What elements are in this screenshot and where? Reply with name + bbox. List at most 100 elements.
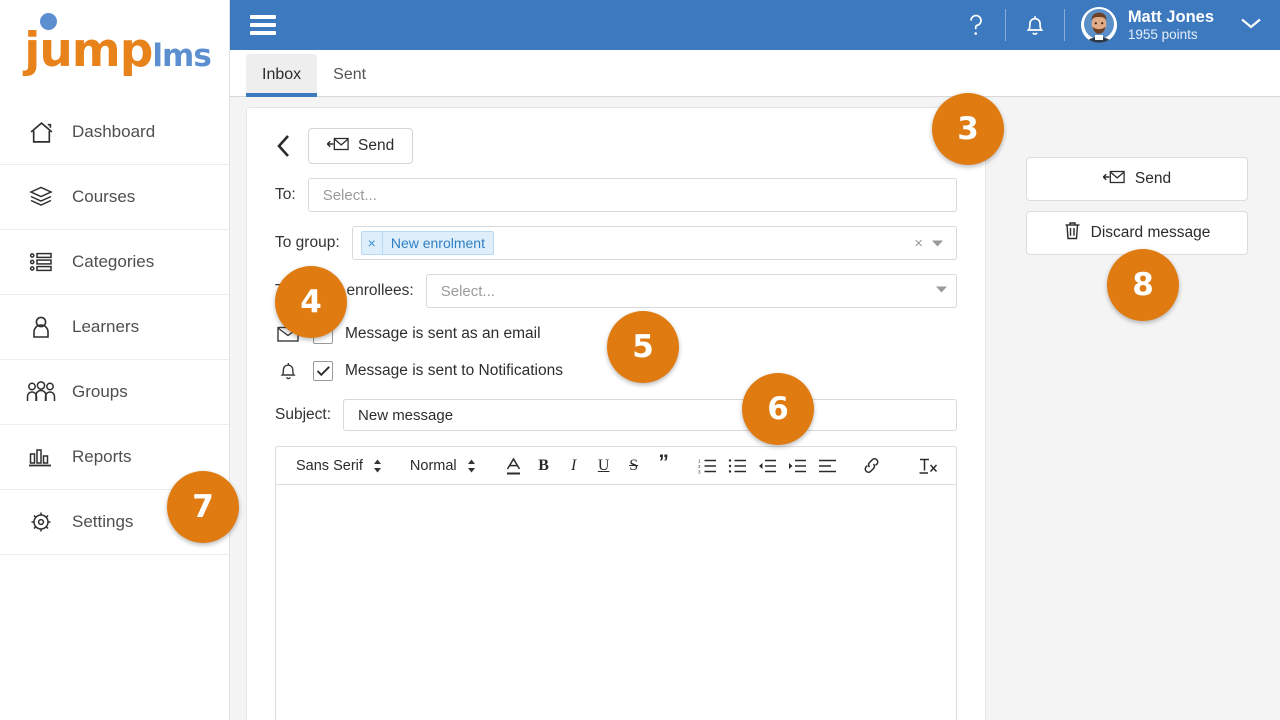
callout-7-number: 7 bbox=[192, 489, 214, 525]
svg-text:3: 3 bbox=[698, 469, 701, 474]
link-icon[interactable] bbox=[858, 452, 886, 480]
tab-inbox[interactable]: Inbox bbox=[246, 54, 318, 97]
callout-3-number: 3 bbox=[957, 111, 979, 147]
callout-6-number: 6 bbox=[767, 391, 789, 427]
tag-remove-icon[interactable]: × bbox=[362, 232, 383, 254]
callout-5-number: 5 bbox=[632, 329, 654, 365]
stepper-icon bbox=[467, 459, 476, 473]
sidebar: jumplms Dashboard Courses Categories Lea… bbox=[0, 0, 230, 720]
to-group-input[interactable]: × New enrolment × bbox=[351, 226, 957, 260]
strikethrough-icon[interactable]: S bbox=[620, 452, 648, 480]
home-icon bbox=[24, 119, 58, 145]
send-mail-icon bbox=[1102, 169, 1125, 190]
callout-5: 5 bbox=[607, 311, 679, 383]
to-label: To: bbox=[275, 186, 296, 203]
bullet-list-icon[interactable] bbox=[724, 452, 752, 480]
sidebar-label-learners: Learners bbox=[72, 317, 140, 336]
callout-4-number: 4 bbox=[300, 284, 322, 320]
notify-check-label: Message is sent to Notifications bbox=[345, 361, 563, 379]
outdent-icon[interactable] bbox=[754, 452, 782, 480]
callout-3: 3 bbox=[932, 93, 1004, 165]
rich-text-editor: Sans Serif Normal B I U S ” 1 2 3 bbox=[275, 446, 957, 720]
bar-chart-icon bbox=[24, 444, 58, 470]
underline-glyph: U bbox=[597, 456, 610, 474]
to-group-row: To group: × New enrolment × bbox=[247, 226, 985, 260]
sidebar-item-courses[interactable]: Courses bbox=[0, 165, 229, 230]
trash-icon bbox=[1064, 221, 1081, 245]
top-header-bar: Matt Jones 1955 points bbox=[230, 0, 1280, 50]
logo-secondary-text: lms bbox=[152, 37, 211, 74]
header-divider bbox=[1004, 9, 1006, 41]
indent-icon[interactable] bbox=[784, 452, 812, 480]
send-button[interactable]: Send bbox=[1026, 157, 1248, 201]
clear-format-icon[interactable] bbox=[914, 452, 942, 480]
to-enrollees-row: To course enrollees: Select... bbox=[247, 274, 985, 308]
send-button-label: Send bbox=[1134, 170, 1172, 187]
text-color-icon[interactable] bbox=[500, 452, 528, 480]
bold-glyph: B bbox=[538, 456, 549, 474]
subject-input[interactable]: New message bbox=[343, 399, 957, 431]
italic-icon[interactable]: I bbox=[560, 452, 588, 480]
underline-icon[interactable]: U bbox=[590, 452, 618, 480]
chevron-left-icon[interactable] bbox=[275, 133, 292, 159]
font-size-select[interactable]: Normal bbox=[402, 458, 484, 474]
sidebar-item-categories[interactable]: Categories bbox=[0, 230, 229, 295]
sidebar-label-settings: Settings bbox=[72, 512, 134, 531]
subject-row: Subject: New message bbox=[247, 399, 985, 431]
books-icon bbox=[24, 184, 58, 210]
to-placeholder: Select... bbox=[322, 186, 377, 204]
message-body-input[interactable] bbox=[276, 486, 956, 720]
to-group-dropdown-icon[interactable] bbox=[931, 235, 948, 252]
compose-message-card: Send To: Select... To group: × New enrol… bbox=[246, 107, 986, 720]
to-enrollees-dropdown-icon[interactable] bbox=[929, 285, 948, 297]
gear-icon bbox=[24, 509, 58, 535]
to-group-clear-icon[interactable]: × bbox=[914, 235, 931, 252]
sidebar-label-dashboard: Dashboard bbox=[72, 122, 156, 141]
question-mark-icon[interactable] bbox=[949, 0, 1003, 50]
blockquote-glyph: ” bbox=[658, 451, 669, 474]
sidebar-item-learners[interactable]: Learners bbox=[0, 295, 229, 360]
tab-sent[interactable]: Sent bbox=[317, 66, 382, 96]
header-divider bbox=[1063, 9, 1065, 41]
callout-8: 8 bbox=[1107, 249, 1179, 321]
subject-label: Subject: bbox=[275, 406, 332, 423]
list-icon bbox=[24, 249, 58, 275]
to-enrollees-input[interactable]: Select... bbox=[425, 274, 957, 308]
hamburger-icon[interactable] bbox=[250, 15, 276, 35]
align-icon[interactable] bbox=[814, 452, 842, 480]
chevron-down-icon[interactable] bbox=[1238, 15, 1264, 36]
to-group-tag[interactable]: × New enrolment bbox=[360, 231, 494, 255]
bold-icon[interactable]: B bbox=[530, 452, 558, 480]
email-check-label: Message is sent as an email bbox=[345, 325, 541, 342]
blockquote-icon[interactable]: ” bbox=[650, 452, 678, 480]
to-group-label: To group: bbox=[275, 234, 340, 251]
compose-header: Send bbox=[247, 108, 985, 164]
app-root: jumplms Dashboard Courses Categories Lea… bbox=[0, 0, 1280, 720]
notify-checkbox[interactable] bbox=[313, 360, 333, 381]
ordered-list-icon[interactable]: 1 2 3 bbox=[694, 452, 722, 480]
svg-text:2: 2 bbox=[698, 464, 701, 469]
user-points: 1955 points bbox=[1127, 26, 1198, 42]
send-button-top-label: Send bbox=[358, 137, 395, 154]
brand-logo[interactable]: jumplms bbox=[0, 0, 229, 100]
to-input[interactable]: Select... bbox=[307, 178, 957, 212]
sidebar-label-categories: Categories bbox=[72, 252, 155, 271]
send-button-top[interactable]: Send bbox=[308, 128, 414, 164]
font-family-select[interactable]: Sans Serif bbox=[288, 458, 390, 474]
callout-4: 4 bbox=[275, 266, 347, 338]
stepper-icon bbox=[373, 459, 382, 473]
bell-icon[interactable] bbox=[1008, 0, 1062, 50]
tab-sent-label: Sent bbox=[333, 66, 367, 83]
sidebar-item-dashboard[interactable]: Dashboard bbox=[0, 100, 229, 165]
editor-toolbar: Sans Serif Normal B I U S ” 1 2 3 bbox=[276, 447, 956, 485]
bell-icon bbox=[275, 360, 301, 381]
user-menu[interactable]: Matt Jones 1955 points bbox=[1067, 7, 1222, 43]
users-icon bbox=[24, 379, 58, 405]
sidebar-label-reports: Reports bbox=[72, 447, 132, 466]
tab-bar: Inbox Sent bbox=[230, 50, 1280, 97]
logo-primary-text: jump bbox=[24, 22, 153, 78]
sidebar-item-groups[interactable]: Groups bbox=[0, 360, 229, 425]
sidebar-label-groups: Groups bbox=[72, 382, 128, 401]
italic-glyph: I bbox=[570, 456, 577, 474]
discard-button-label: Discard message bbox=[1090, 224, 1211, 241]
